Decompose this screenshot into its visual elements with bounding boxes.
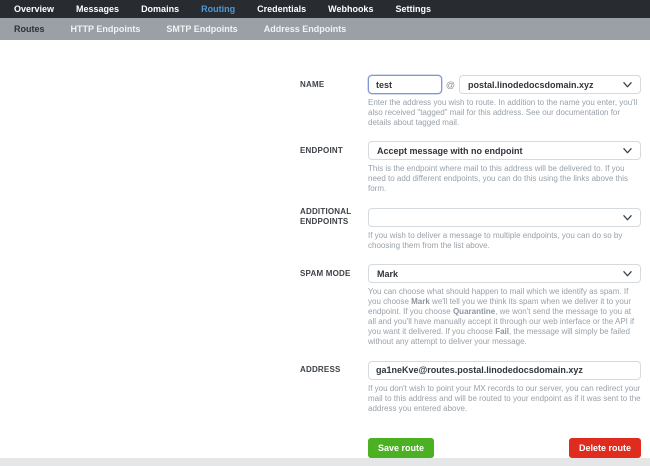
name-help-text: Enter the address you wish to route. In …: [368, 98, 638, 127]
chevron-down-icon: [623, 269, 632, 278]
nav-item-domains[interactable]: Domains: [130, 4, 190, 14]
chevron-down-icon: [623, 80, 632, 89]
nav-item-overview[interactable]: Overview: [3, 4, 65, 14]
endpoint-select-value: Accept message with no endpoint: [377, 145, 523, 156]
additional-endpoints-select[interactable]: [368, 207, 641, 227]
chevron-down-icon: [623, 213, 632, 222]
endpoint-select[interactable]: Accept message with no endpoint: [368, 141, 641, 160]
page: Overview Messages Domains Routing Creden…: [0, 0, 650, 466]
name-input[interactable]: [368, 75, 442, 94]
spam-mode-select-value: Mark: [377, 268, 399, 279]
additional-endpoints-label-line2: ENDPOINTS: [300, 217, 349, 226]
spam-mode-label: SPAM MODE: [300, 268, 351, 278]
nav-item-routing[interactable]: Routing: [190, 4, 246, 14]
delete-route-button[interactable]: Delete route: [568, 437, 641, 458]
save-route-button[interactable]: Save route: [368, 437, 435, 458]
subnav-item-address-endpoints[interactable]: Address Endpoints: [251, 24, 360, 34]
subnav-item-routes[interactable]: Routes: [1, 24, 58, 34]
nav-item-credentials[interactable]: Credentials: [246, 4, 317, 14]
domain-select-value: postal.linodedocsdomain.xyz: [468, 79, 594, 90]
domain-select[interactable]: postal.linodedocsdomain.xyz: [459, 75, 641, 94]
content-area: NAME @ postal.linodedocsdomain.xyz Enter…: [0, 40, 650, 458]
form-row-address: ADDRESS: [300, 360, 641, 380]
address-label: ADDRESS: [300, 364, 341, 374]
address-input[interactable]: [368, 360, 641, 380]
endpoint-label: ENDPOINT: [300, 145, 343, 155]
chevron-down-icon: [623, 146, 632, 155]
spam-mode-select[interactable]: Mark: [368, 264, 641, 283]
additional-endpoints-label: ADDITIONAL ENDPOINTS: [300, 207, 368, 227]
spam-mode-help-text: You can choose what should happen to mai…: [368, 287, 635, 346]
form-row-endpoint: ENDPOINT Accept message with no endpoint: [300, 141, 641, 160]
nav-item-messages[interactable]: Messages: [65, 4, 130, 14]
page-bottom-strip: [0, 457, 650, 466]
route-form: NAME @ postal.linodedocsdomain.xyz Enter…: [300, 75, 641, 458]
sub-nav: Routes HTTP Endpoints SMTP Endpoints Add…: [0, 18, 650, 40]
endpoint-help-text: This is the endpoint where mail to this …: [368, 164, 629, 193]
additional-endpoints-label-line1: ADDITIONAL: [300, 207, 352, 216]
at-sign: @: [445, 79, 456, 90]
nav-item-settings[interactable]: Settings: [384, 4, 442, 14]
form-row-name: NAME @ postal.linodedocsdomain.xyz: [300, 75, 641, 94]
form-row-spam-mode: SPAM MODE Mark: [300, 264, 641, 283]
additional-endpoints-help-text: If you wish to deliver a message to mult…: [368, 231, 623, 250]
top-nav: Overview Messages Domains Routing Creden…: [0, 0, 650, 18]
subnav-item-smtp-endpoints[interactable]: SMTP Endpoints: [153, 24, 250, 34]
form-row-additional-endpoints: ADDITIONAL ENDPOINTS: [300, 207, 641, 227]
subnav-item-http-endpoints[interactable]: HTTP Endpoints: [58, 24, 154, 34]
address-help-text: If you don't wish to point your MX recor…: [368, 383, 641, 413]
name-label: NAME: [300, 79, 325, 89]
nav-item-webhooks[interactable]: Webhooks: [317, 4, 384, 14]
form-buttons: Save route Delete route: [368, 437, 641, 458]
